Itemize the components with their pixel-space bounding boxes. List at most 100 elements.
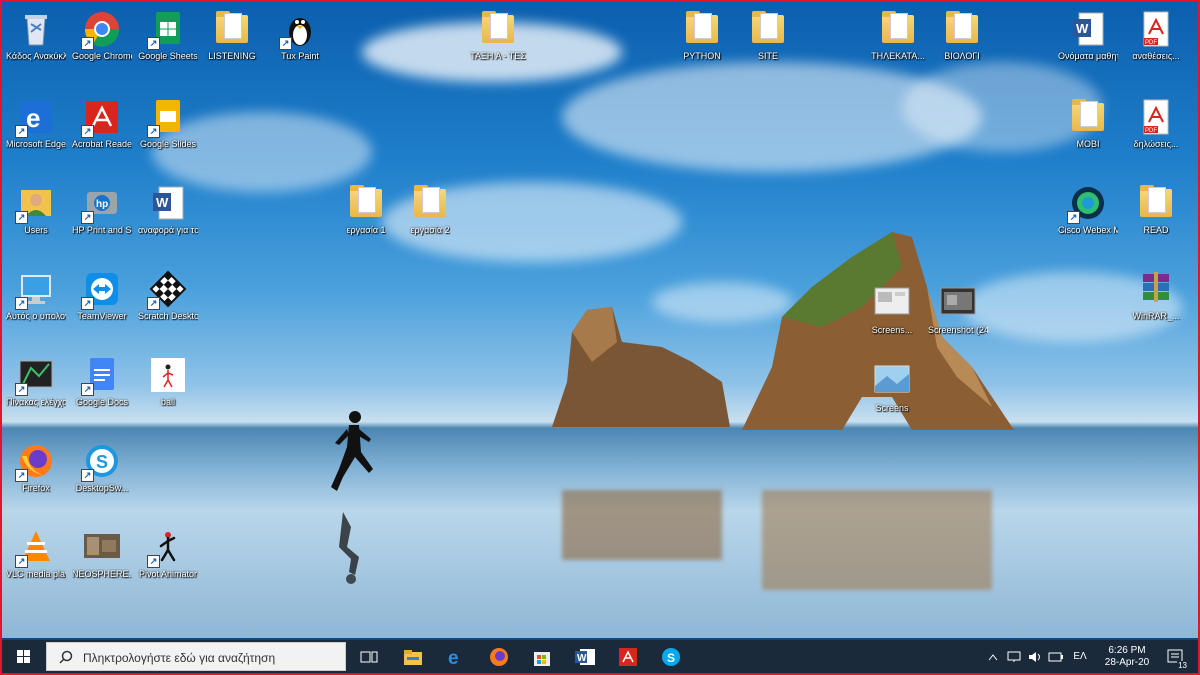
desktop-icon-word[interactable]: Wαναφορά για το μάθημα... (138, 180, 198, 264)
desktop-icon-label: TeamViewer (77, 311, 127, 321)
taskbar: Πληκτρολογήστε εδώ για αναζήτηση e W S Ε… (2, 640, 1198, 673)
desktop-icon-pdf[interactable]: PDF αναθέσεις... (1126, 6, 1186, 90)
desktop-icon-pdf[interactable]: PDF δηλώσεις... (1126, 94, 1186, 178)
speaker-icon (1029, 651, 1040, 662)
desktop-icon-acrobat[interactable]: ↗Acrobat Reader DC (72, 94, 132, 178)
desktop-icon-label: PYTHON (683, 51, 721, 61)
svg-text:PDF: PDF (1145, 40, 1157, 46)
svg-text:W: W (577, 653, 587, 664)
search-icon (59, 650, 73, 664)
taskbar-skype[interactable]: S (658, 644, 684, 670)
desktop-icon-folder[interactable]: ΒΙΟΛΟΓΙ (932, 6, 992, 90)
folder-icon (479, 10, 517, 48)
pivot-icon: ↗ (147, 528, 187, 568)
network-icon (1007, 651, 1021, 662)
pdf-icon: PDF (1137, 10, 1175, 48)
desktop-icon-vlc[interactable]: ↗VLC media player (6, 524, 66, 608)
action-center-button[interactable]: 13 (1162, 640, 1190, 673)
desktop-icon-edge[interactable]: e ↗ Microsoft Edge (6, 94, 66, 178)
desktop-icon-folder[interactable]: εργασία 2 (400, 180, 460, 264)
shortcut-arrow-icon: ↗ (147, 297, 160, 310)
desktop-icon-desktopsw[interactable]: S ↗ DesktopSw... (72, 438, 132, 522)
acrobat-icon: ↗ (81, 98, 121, 138)
desktop-icon-pivot[interactable]: ↗ Pivot Animator (138, 524, 198, 608)
taskbar-acrobat[interactable] (615, 644, 641, 670)
desktop-icon-recycle-bin[interactable]: Κάδος Ανακύκλωσης (6, 6, 66, 90)
desktop-icon-screenshot2[interactable]: Screenshot (24)... (928, 280, 988, 364)
desktop-icon-folder[interactable]: ΤΑΞΗ Α - ΤΕΣ (468, 6, 528, 90)
screenshot-frame: Κάδος Ανακύκλωσης↗Google Chrome↗Google S… (0, 0, 1200, 675)
desktop-icon-winrar[interactable]: WinRAR_... (1126, 266, 1186, 350)
desktop-icon-docs[interactable]: ↗ Google Docs (72, 352, 132, 436)
windows-icon (17, 650, 30, 663)
desktop-icon-slides[interactable]: ↗ Google Slides (138, 94, 198, 178)
taskbar-file-explorer[interactable] (400, 644, 426, 670)
svg-text:S: S (96, 452, 108, 472)
desktop-icon-label: Screens... (871, 325, 913, 335)
acrobat-icon (619, 648, 637, 666)
desktop-icon-folder[interactable]: ΤΗΛΕΚΑΤΑ... (868, 6, 928, 90)
desktop-icon-folder[interactable]: SITE (738, 6, 798, 90)
desktop-icon-folder[interactable]: PYTHON (672, 6, 732, 90)
desktop-icon-users[interactable]: ↗ Users (6, 180, 66, 264)
desktop-icon-label: Google Slides (139, 139, 197, 149)
svg-text:W: W (156, 195, 169, 210)
taskbar-firefox[interactable] (486, 644, 512, 670)
battery-icon (1048, 652, 1063, 661)
desktop-icon-chess[interactable]: ↗ Scratch Desktop (138, 266, 198, 350)
folder-icon (683, 10, 721, 48)
controlpanel-icon: ↗ (15, 356, 55, 396)
tray-volume[interactable] (1026, 640, 1044, 673)
tray-language[interactable]: ΕΛ (1068, 640, 1092, 673)
start-button[interactable] (2, 640, 44, 673)
tray-chevron[interactable] (985, 640, 1001, 673)
desktop-icon-hp[interactable]: hp↗HP Print and Scan Doctor (72, 180, 132, 264)
taskbar-word[interactable]: W (572, 644, 598, 670)
folder-icon (1069, 98, 1107, 136)
desktop-icon-video[interactable]: NEOSPHERE... (72, 524, 132, 608)
desktop-icon-folder[interactable]: READ (1126, 180, 1186, 264)
desktop-icon-label: αναθέσεις... (1132, 51, 1180, 61)
desktop-icon-tux[interactable]: ↗ Tux Paint (270, 6, 330, 90)
desktop-icon-folder[interactable]: MOBI (1058, 94, 1118, 178)
desktop-icon-label: ball (160, 397, 175, 407)
svg-text:e: e (448, 648, 459, 667)
word-icon: W (149, 184, 187, 222)
desktop-icon-chrome[interactable]: ↗ Google Chrome (72, 6, 132, 90)
desktop-icon-word[interactable]: W Ονόματα μαθητών (1058, 6, 1118, 90)
desktop-icon-teamviewer[interactable]: ↗ TeamViewer (72, 266, 132, 350)
desktop-icon-computer[interactable]: ↗Αυτός ο υπολογιστής (6, 266, 66, 350)
desktop-icon-label: εργασία 1 (346, 225, 386, 235)
desktop-icon-webex[interactable]: ↗Cisco Webex Meetings (1058, 180, 1118, 264)
desktop-icon-label: εργασία 2 (410, 225, 450, 235)
desktop-icon-screenshot[interactable]: Screens... (862, 280, 922, 364)
shortcut-arrow-icon: ↗ (15, 469, 28, 482)
desktop-icon-sheets[interactable]: ↗ Google Sheets (138, 6, 198, 90)
desktop-icon-folder[interactable]: LISTENING (202, 6, 262, 90)
taskbar-store[interactable] (529, 644, 555, 670)
desktop-icon-label: Firefox (22, 483, 50, 493)
desktop-icon-label: Αυτός ο υπολογιστής (6, 311, 66, 321)
hp-icon: hp ↗ (81, 184, 121, 224)
chrome-icon: ↗ (81, 10, 121, 50)
chevron-up-icon (988, 653, 998, 660)
desktop-icon-folder[interactable]: εργασία 1 (336, 180, 396, 264)
desktop-icon-controlpanel[interactable]: ↗ Πίνακας ελέγχου (6, 352, 66, 436)
shortcut-arrow-icon: ↗ (81, 297, 94, 310)
svg-text:W: W (1076, 21, 1089, 36)
desktop-icon-label: Screenshot (24)... (928, 325, 988, 335)
shortcut-arrow-icon: ↗ (147, 125, 160, 138)
desktop-icon-screenshot3[interactable]: Screens (862, 358, 922, 442)
folder-icon (411, 184, 449, 222)
task-view-button[interactable] (356, 644, 382, 670)
desktop-icon-firefox[interactable]: ↗ Firefox (6, 438, 66, 522)
edge-icon: e (448, 648, 459, 667)
taskbar-edge[interactable]: e (443, 644, 469, 670)
tray-clock[interactable]: 6:26 PM 28-Apr-20 (1095, 640, 1159, 673)
desktop-icon-label: NEOSPHERE... (72, 569, 132, 579)
desktop-icon-ball[interactable]: ball (138, 352, 198, 436)
folder-icon (1137, 184, 1175, 222)
tray-network[interactable] (1005, 640, 1023, 673)
search-box[interactable]: Πληκτρολογήστε εδώ για αναζήτηση (46, 642, 346, 671)
tray-battery[interactable] (1047, 640, 1065, 673)
